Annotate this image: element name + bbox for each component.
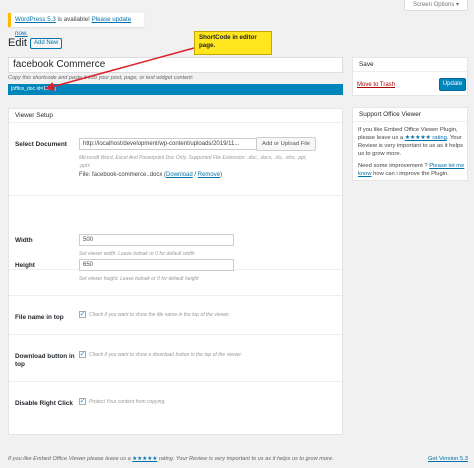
- save-heading: Save: [353, 58, 467, 72]
- viewer-setup-heading: Viewer Setup: [9, 109, 342, 123]
- download-link[interactable]: Download: [166, 172, 193, 178]
- divider: [9, 334, 342, 335]
- shortcode-instructions: Copy this shortcode and paste it into yo…: [8, 75, 194, 81]
- height-input[interactable]: 650: [79, 259, 234, 271]
- disable-right-click-label: Disable Right Click: [15, 400, 73, 407]
- footer-suffix: rating. Your Review is very important to…: [157, 456, 334, 462]
- support-heading: Support Office Viewer: [353, 108, 467, 122]
- disable-right-click-row: ✓ Protect Your content from copying.: [79, 398, 166, 405]
- footer-prefix: If you like Embed Office Viewer please l…: [8, 456, 133, 462]
- document-url-input[interactable]: http://localhost/development/wp-content/…: [79, 138, 274, 150]
- remove-link[interactable]: Remove: [198, 172, 220, 178]
- divider: [9, 195, 342, 196]
- rating-link[interactable]: ★★★★★ rating: [405, 135, 447, 141]
- get-version-link[interactable]: Get Version 5.3: [428, 456, 468, 462]
- width-label: Width: [15, 237, 33, 244]
- version-link[interactable]: WordPress 5.3: [15, 16, 56, 23]
- add-upload-file-button[interactable]: Add or Upload File: [256, 137, 316, 151]
- move-to-trash-link[interactable]: Move to Trash: [357, 82, 395, 88]
- disable-right-click-checkbox[interactable]: ✓: [79, 398, 86, 405]
- download-top-row: ✓ Check if you want to show a download b…: [79, 351, 242, 358]
- post-title-input[interactable]: facebook Commerce: [8, 57, 343, 73]
- select-document-desc: Microsoft Word, Excel And Powerpoint Doc…: [79, 155, 307, 169]
- width-input[interactable]: 500: [79, 234, 234, 246]
- footer-text: If you like Embed Office Viewer please l…: [8, 456, 334, 462]
- support-panel: Support Office Viewer If you like Embed …: [352, 107, 468, 181]
- download-top-desc: Check if you want to show a download but…: [89, 351, 243, 358]
- height-label: Height: [15, 262, 35, 269]
- screen-options-button[interactable]: Screen Options ▾: [403, 0, 468, 11]
- file-name-top-desc: Check if you want to show the file name …: [89, 311, 231, 318]
- file-name-top-row: ✓ Check if you want to show the file nam…: [79, 311, 230, 318]
- download-top-checkbox[interactable]: ✓: [79, 351, 86, 358]
- support-line2-suffix: how can i improve the Plugin.: [371, 171, 449, 177]
- viewer-setup-panel: Viewer Setup Select Document http://loca…: [8, 108, 343, 435]
- support-text: If you like Embed Office Viewer Plugin, …: [358, 126, 466, 178]
- file-suffix: ): [220, 172, 223, 178]
- footer-rating-link[interactable]: ★★★★★: [132, 456, 157, 462]
- notice-text: is available!: [55, 16, 92, 23]
- update-notice: WordPress 5.3 is available! Please updat…: [8, 13, 144, 37]
- shortcode-callout: ShortCode in editor page.: [194, 31, 272, 55]
- add-new-button[interactable]: Add New: [30, 38, 63, 49]
- divider: [9, 295, 342, 296]
- file-info: File: facebook-commerce..docx (Download …: [79, 172, 222, 178]
- height-desc: Set viewer height. Leave balnak or 0 for…: [79, 276, 199, 282]
- divider: [9, 381, 342, 382]
- file-name-top-label: File name in top: [15, 314, 64, 321]
- support-line2-prefix: Need some improvement ?: [358, 163, 430, 169]
- page-title: Edit: [8, 37, 27, 49]
- width-desc: Set viewer width. Leave balnak or 0 for …: [79, 251, 195, 257]
- disable-right-click-desc: Protect Your content from copying.: [89, 398, 166, 405]
- file-name-top-checkbox[interactable]: ✓: [79, 311, 86, 318]
- download-top-label: Download button in: [15, 353, 75, 360]
- file-name-text: File: facebook-commerce..docx (: [79, 172, 167, 178]
- download-top-label-2: top: [15, 361, 25, 368]
- save-panel: Save Move to Trash Update: [352, 57, 468, 96]
- shortcode-field[interactable]: [office_doc id=1275]: [8, 84, 343, 95]
- select-document-label: Select Document: [15, 141, 67, 148]
- update-button[interactable]: Update: [439, 78, 466, 91]
